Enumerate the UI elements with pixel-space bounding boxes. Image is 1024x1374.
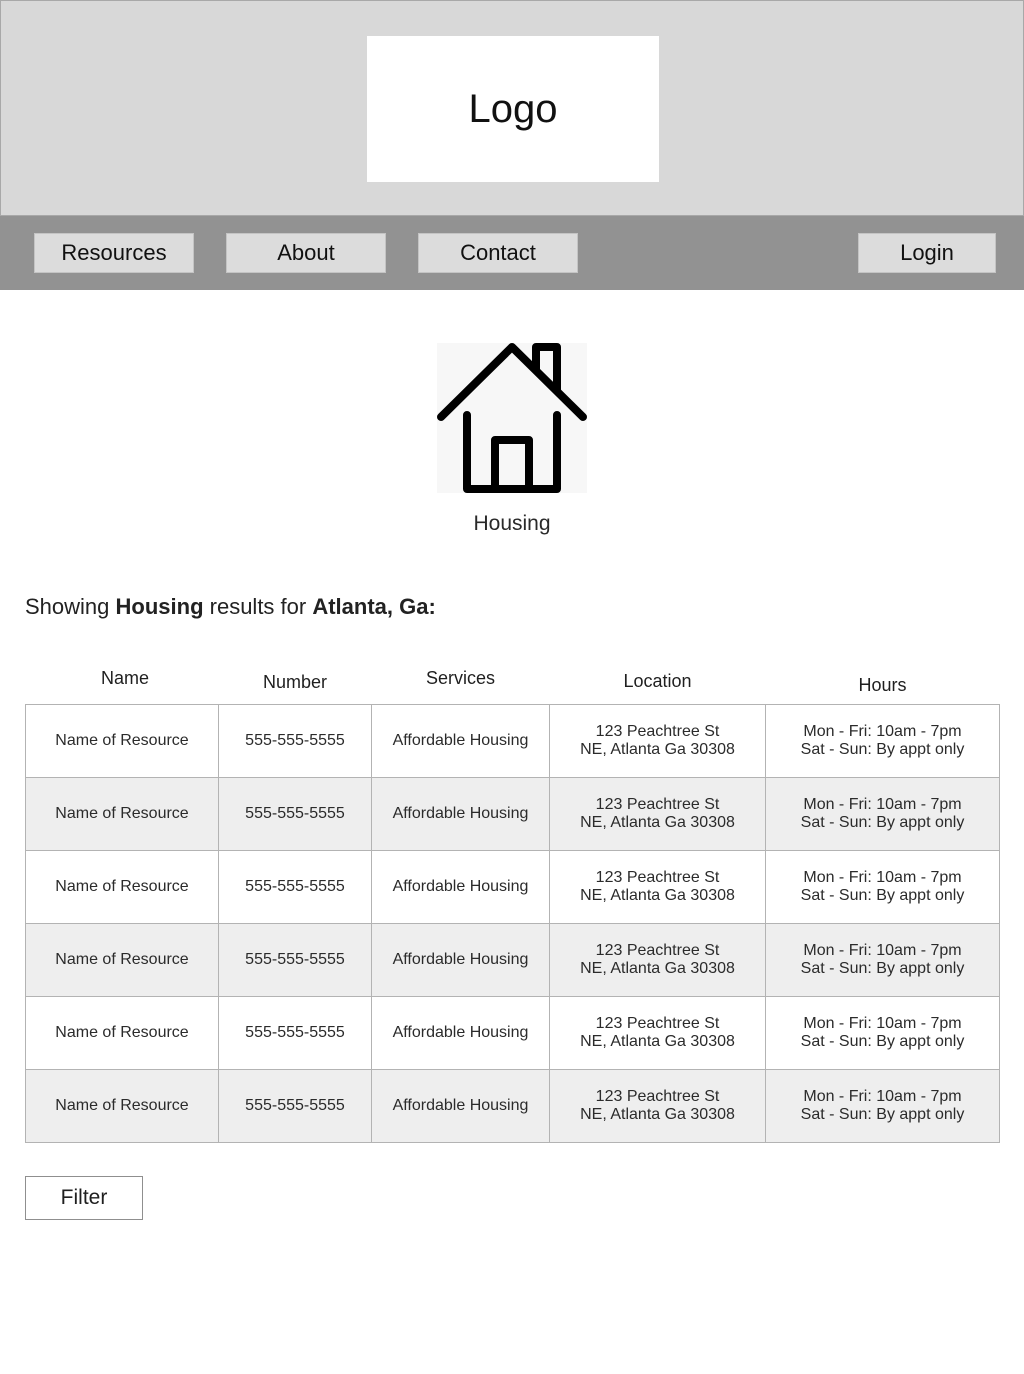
table-row[interactable]: Name of Resource 555-555-5555 Affordable… — [25, 923, 1000, 997]
hours-line-1: Mon - Fri: 10am - 7pm — [803, 1015, 962, 1032]
phone-number-cell: 555-555-5555 — [218, 996, 372, 1070]
hours-cell: Mon - Fri: 10am - 7pm Sat - Sun: By appt… — [765, 923, 1000, 997]
contact-button[interactable]: Contact — [418, 233, 578, 273]
column-header-name: Name — [100, 668, 149, 688]
services-cell: Affordable Housing — [371, 996, 550, 1070]
table-row[interactable]: Name of Resource 555-555-5555 Affordable… — [25, 704, 1000, 778]
resources-button-label: Resources — [61, 240, 167, 265]
hours-cell: Mon - Fri: 10am - 7pm Sat - Sun: By appt… — [765, 777, 1000, 851]
location-line-1: 123 Peachtree St — [595, 1015, 720, 1032]
hours-line-1: Mon - Fri: 10am - 7pm — [803, 942, 962, 959]
logo-text: Logo — [468, 86, 558, 131]
location-line-1: 123 Peachtree St — [595, 869, 720, 886]
location-line-2: NE, Atlanta Ga 30308 — [580, 814, 735, 831]
resource-name-cell: Name of Resource — [25, 996, 219, 1070]
house-icon — [437, 343, 587, 493]
hours-line-1: Mon - Fri: 10am - 7pm — [803, 796, 962, 813]
hours-line-2: Sat - Sun: By appt only — [800, 741, 965, 758]
location-cell: 123 Peachtree St NE, Atlanta Ga 30308 — [549, 996, 766, 1070]
location-line-1: 123 Peachtree St — [595, 942, 720, 959]
phone-number-cell: 555-555-5555 — [218, 923, 372, 997]
filter-button[interactable]: Filter — [25, 1176, 143, 1220]
resource-name-cell: Name of Resource — [25, 704, 219, 778]
results-middle: results for — [203, 594, 313, 619]
column-header-number: Number — [262, 672, 328, 692]
services-cell: Affordable Housing — [371, 923, 550, 997]
phone-number-cell: 555-555-5555 — [218, 777, 372, 851]
results-location: Atlanta, Ga: — [312, 594, 436, 619]
hours-line-2: Sat - Sun: By appt only — [800, 887, 965, 904]
resources-button[interactable]: Resources — [34, 233, 194, 273]
location-line-2: NE, Atlanta Ga 30308 — [580, 960, 735, 977]
location-cell: 123 Peachtree St NE, Atlanta Ga 30308 — [549, 923, 766, 997]
resource-name-cell: Name of Resource — [25, 1069, 219, 1143]
page: Logo Resources About Contact Login Housi… — [0, 0, 1024, 1374]
resource-name-cell: Name of Resource — [25, 850, 219, 924]
hours-cell: Mon - Fri: 10am - 7pm Sat - Sun: By appt… — [765, 850, 1000, 924]
category-label: Housing — [473, 512, 551, 535]
phone-number-cell: 555-555-5555 — [218, 1069, 372, 1143]
location-line-2: NE, Atlanta Ga 30308 — [580, 741, 735, 758]
services-cell: Affordable Housing — [371, 777, 550, 851]
column-header-location: Location — [623, 671, 692, 691]
services-cell: Affordable Housing — [371, 704, 550, 778]
hours-line-2: Sat - Sun: By appt only — [800, 814, 965, 831]
location-cell: 123 Peachtree St NE, Atlanta Ga 30308 — [549, 1069, 766, 1143]
nav-bar: Resources About Contact Login — [0, 216, 1024, 290]
location-cell: 123 Peachtree St NE, Atlanta Ga 30308 — [549, 704, 766, 778]
header: Logo — [0, 0, 1024, 216]
hours-cell: Mon - Fri: 10am - 7pm Sat - Sun: By appt… — [765, 996, 1000, 1070]
services-cell: Affordable Housing — [371, 850, 550, 924]
hours-line-2: Sat - Sun: By appt only — [800, 1033, 965, 1050]
logo[interactable]: Logo — [367, 36, 659, 182]
login-button[interactable]: Login — [858, 233, 996, 273]
resource-name-cell: Name of Resource — [25, 777, 219, 851]
hours-line-1: Mon - Fri: 10am - 7pm — [803, 723, 962, 740]
location-line-2: NE, Atlanta Ga 30308 — [580, 887, 735, 904]
results-category: Housing — [115, 594, 204, 619]
table-row[interactable]: Name of Resource 555-555-5555 Affordable… — [25, 1069, 1000, 1143]
phone-number-cell: 555-555-5555 — [218, 850, 372, 924]
services-cell: Affordable Housing — [371, 1069, 550, 1143]
table-row[interactable]: Name of Resource 555-555-5555 Affordable… — [25, 850, 1000, 924]
table-row[interactable]: Name of Resource 555-555-5555 Affordable… — [25, 777, 1000, 851]
phone-number-cell: 555-555-5555 — [218, 704, 372, 778]
about-button-label: About — [277, 240, 335, 265]
results-heading: Showing Housing results for Atlanta, Ga: — [25, 594, 436, 626]
location-cell: 123 Peachtree St NE, Atlanta Ga 30308 — [549, 850, 766, 924]
location-line-1: 123 Peachtree St — [595, 1088, 720, 1105]
results-table: Name of Resource 555-555-5555 Affordable… — [25, 704, 1000, 1143]
hours-line-1: Mon - Fri: 10am - 7pm — [803, 1088, 962, 1105]
filter-button-label: Filter — [60, 1186, 108, 1209]
location-line-2: NE, Atlanta Ga 30308 — [580, 1106, 735, 1123]
hours-line-2: Sat - Sun: By appt only — [800, 1106, 965, 1123]
contact-button-label: Contact — [460, 240, 536, 265]
login-button-label: Login — [900, 240, 954, 265]
about-button[interactable]: About — [226, 233, 386, 273]
hours-line-2: Sat - Sun: By appt only — [800, 960, 965, 977]
resource-name-cell: Name of Resource — [25, 923, 219, 997]
column-header-services: Services — [425, 668, 496, 688]
column-header-hours: Hours — [858, 675, 907, 695]
hours-cell: Mon - Fri: 10am - 7pm Sat - Sun: By appt… — [765, 704, 1000, 778]
hours-cell: Mon - Fri: 10am - 7pm Sat - Sun: By appt… — [765, 1069, 1000, 1143]
hours-line-1: Mon - Fri: 10am - 7pm — [803, 869, 962, 886]
location-cell: 123 Peachtree St NE, Atlanta Ga 30308 — [549, 777, 766, 851]
results-prefix: Showing — [25, 594, 116, 619]
location-line-1: 123 Peachtree St — [595, 723, 720, 740]
table-row[interactable]: Name of Resource 555-555-5555 Affordable… — [25, 996, 1000, 1070]
location-line-1: 123 Peachtree St — [595, 796, 720, 813]
location-line-2: NE, Atlanta Ga 30308 — [580, 1033, 735, 1050]
